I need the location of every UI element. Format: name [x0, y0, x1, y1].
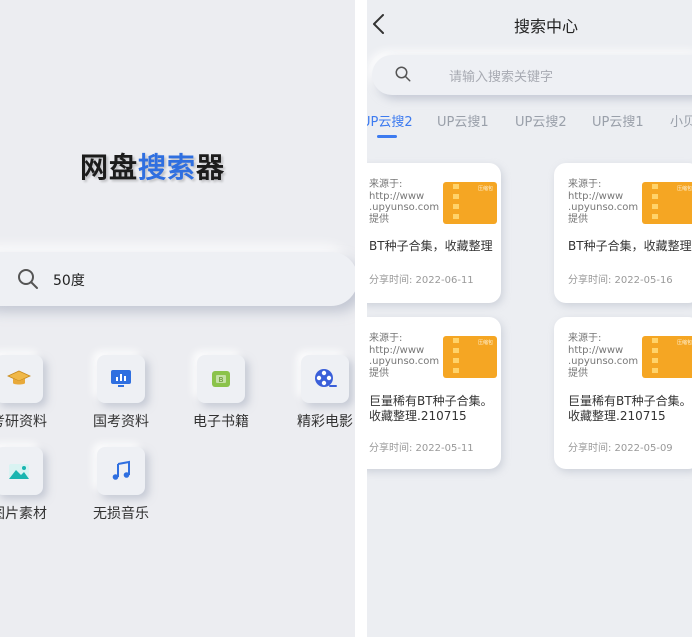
card-date: 分享时间: 2022-06-11: [369, 275, 474, 286]
result-card[interactable]: 来源于: http://www .upyunso.com 提供 压缩包 BT种子…: [367, 163, 501, 303]
app-title-part2: 搜索: [138, 151, 197, 184]
card-title: 巨量稀有BT种子合集。收藏整理.210715: [568, 394, 692, 423]
category-label: 电子书籍: [193, 414, 249, 430]
category-guokao[interactable]: 国考资料: [75, 355, 165, 435]
category-tile: [301, 355, 349, 403]
card-title: BT种子合集，收藏整理: [568, 239, 692, 253]
active-tab-indicator: [377, 135, 397, 138]
category-tile: [97, 355, 145, 403]
search-center-screen: 搜索中心 请输入搜索关键字 UP云搜2 UP云搜1 UP云搜2 UP云搜1 小贝…: [367, 0, 692, 637]
category-label: 图片素材: [0, 506, 47, 522]
archive-thumbnail-icon: 压缩包: [642, 182, 692, 224]
category-tile: B: [197, 355, 245, 403]
card-date: 分享时间: 2022-05-09: [568, 443, 673, 454]
archive-thumbnail-icon: 压缩包: [642, 336, 692, 378]
tab-upyunsou1-b[interactable]: UP云搜1: [592, 111, 644, 130]
archive-thumbnail-icon: 压缩包: [443, 336, 497, 378]
back-arrow-icon[interactable]: [369, 12, 389, 36]
category-images[interactable]: 图片素材: [0, 447, 63, 527]
tab-upyunsou2[interactable]: UP云搜2: [367, 111, 413, 130]
card-source: 来源于: http://www .upyunso.com 提供: [568, 333, 639, 379]
graduation-cap-icon: [7, 370, 31, 385]
app-title-part1: 网盘: [80, 151, 139, 184]
category-label: 精彩电影: [297, 414, 353, 430]
app-title-part3: 器: [196, 151, 226, 184]
card-source: 来源于: http://www .upyunso.com 提供: [369, 179, 440, 225]
card-date: 分享时间: 2022-05-16: [568, 275, 673, 286]
svg-text:B: B: [219, 376, 224, 384]
category-label: 无损音乐: [93, 506, 149, 522]
landscape-image-icon: [9, 464, 29, 479]
home-screen: 网盘搜索器 50度 考研资料 国考资料: [0, 0, 355, 637]
result-card[interactable]: 来源于: http://www .upyunso.com 提供 压缩包 巨量稀有…: [367, 317, 501, 469]
category-tile: [0, 447, 43, 495]
category-tile: [0, 355, 43, 403]
category-kaoyan[interactable]: 考研资料: [0, 355, 63, 435]
app-title: 网盘搜索器: [80, 146, 225, 186]
card-title: 巨量稀有BT种子合集。收藏整理.210715: [369, 394, 493, 423]
card-title: BT种子合集，收藏整理: [369, 239, 493, 253]
monitor-chart-icon: [111, 370, 131, 387]
card-source: 来源于: http://www .upyunso.com 提供: [568, 179, 639, 225]
category-tile: [97, 447, 145, 495]
search-icon: [18, 269, 38, 289]
search-input[interactable]: 请输入搜索关键字: [372, 55, 692, 95]
tab-xiaobei[interactable]: 小贝: [670, 111, 692, 130]
card-date: 分享时间: 2022-05-11: [369, 443, 474, 454]
tab-upyunsou1[interactable]: UP云搜1: [437, 111, 489, 130]
category-label: 国考资料: [93, 414, 149, 430]
category-label: 考研资料: [0, 414, 47, 430]
result-card[interactable]: 来源于: http://www .upyunso.com 提供 压缩包 BT种子…: [554, 163, 692, 303]
archive-thumbnail-icon: 压缩包: [443, 182, 497, 224]
home-search-value: 50度: [53, 273, 85, 289]
page-title: 搜索中心: [514, 17, 579, 36]
music-note-icon: [112, 460, 130, 480]
category-ebooks[interactable]: B 电子书籍: [175, 355, 265, 435]
category-music[interactable]: 无损音乐: [75, 447, 165, 527]
category-movies[interactable]: 精彩电影: [279, 355, 355, 435]
card-source: 来源于: http://www .upyunso.com 提供: [369, 333, 440, 379]
home-search-input[interactable]: 50度: [0, 252, 355, 306]
ebook-icon: B: [212, 371, 230, 387]
search-placeholder: 请输入搜索关键字: [449, 70, 554, 85]
tab-upyunsou2-b[interactable]: UP云搜2: [515, 111, 567, 130]
film-reel-icon: [315, 369, 337, 387]
result-card[interactable]: 来源于: http://www .upyunso.com 提供 压缩包 巨量稀有…: [554, 317, 692, 469]
search-icon: [395, 66, 411, 82]
